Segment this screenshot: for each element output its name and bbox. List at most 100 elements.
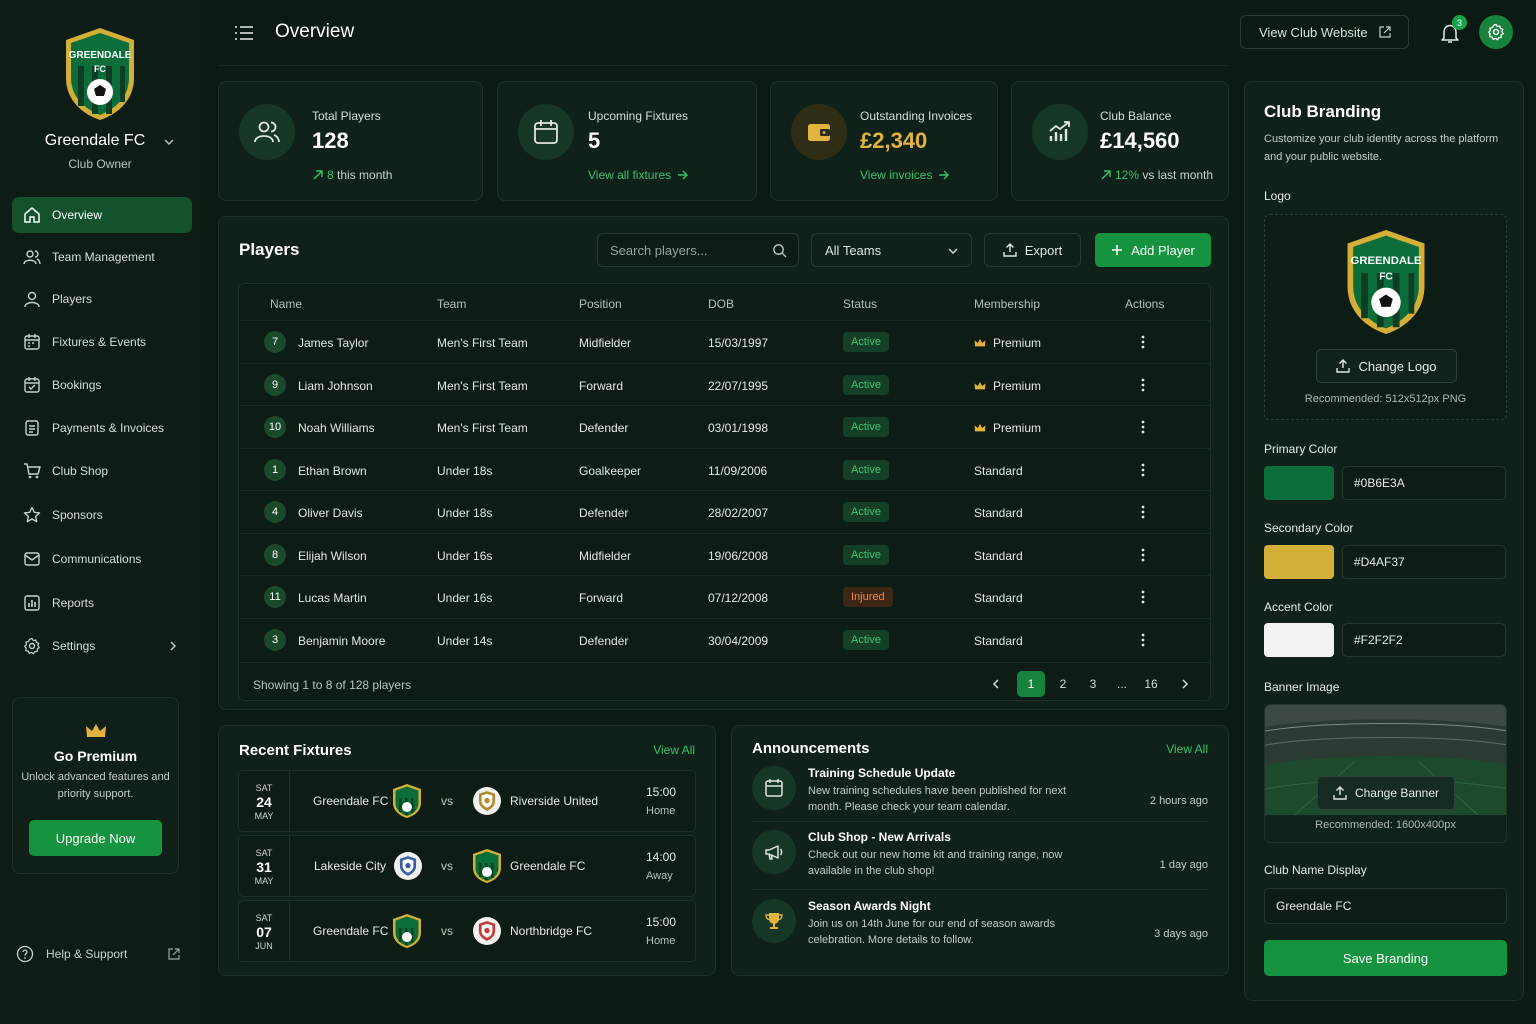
away-team: Northbridge FC [510, 924, 593, 938]
player-name[interactable]: Lucas Martin [298, 591, 367, 605]
sidebar-item-communications[interactable]: Communications [12, 541, 192, 577]
view-invoices-link[interactable]: View invoices [860, 168, 950, 182]
change-logo-button[interactable]: Change Logo [1316, 349, 1457, 383]
player-dob: 28/02/2007 [708, 506, 769, 520]
player-position: Defender [579, 633, 629, 648]
accent-color-swatch[interactable] [1264, 623, 1334, 657]
table-row[interactable]: 11 Lucas Martin Under 16s Forward 07/12/2008… [239, 575, 1210, 617]
table-row[interactable]: 3 Benjamin Moore Under 14s Defender 30/04/20… [239, 617, 1210, 660]
ann-icon-bg [752, 899, 796, 943]
sidebar-item-sponsors[interactable]: Sponsors [12, 497, 192, 533]
crown-icon [86, 724, 106, 737]
help-support-link[interactable]: Help & Support [16, 944, 186, 964]
sidebar-item-label: Communications [52, 552, 142, 566]
more-actions-icon[interactable] [1141, 419, 1145, 435]
chevron-left-icon[interactable] [991, 678, 1001, 690]
sidebar-item-players[interactable]: Players [12, 281, 192, 317]
accent-color-input[interactable]: #F2F2F2 [1342, 623, 1506, 657]
player-name[interactable]: Elijah Wilson [298, 549, 367, 563]
more-actions-icon[interactable] [1141, 504, 1145, 520]
sidebar-item-payments-invoices[interactable]: Payments & Invoices [12, 410, 192, 446]
table-row[interactable]: 7 James Taylor Men's First Team Midfielder 1… [239, 320, 1210, 362]
player-name[interactable]: James Taylor [298, 336, 368, 350]
player-name[interactable]: Benjamin Moore [298, 634, 385, 648]
table-row[interactable]: 9 Liam Johnson Men's First Team Forward 22/0… [239, 362, 1210, 405]
sidebar-item-fixtures-events[interactable]: Fixtures & Events [12, 324, 192, 360]
page-2-button[interactable]: 2 [1049, 671, 1077, 697]
add-player-button[interactable]: Add Player [1095, 233, 1211, 267]
chevron-right-icon[interactable] [1180, 678, 1190, 690]
fixture-row[interactable]: SAT 24 MAY Greendale FC vs Riverside United 15… [238, 770, 696, 832]
fixture-row[interactable]: SAT 07 JUN Greendale FC vs Northbridge FC 15:0… [238, 900, 696, 962]
more-actions-icon[interactable] [1141, 334, 1145, 350]
player-name[interactable]: Noah Williams [298, 421, 375, 435]
announcement-item[interactable]: Season Awards Night Join us on 14th June… [752, 899, 1208, 965]
announcement-item[interactable]: Training Schedule Update New training sc… [752, 766, 1208, 832]
page-16-button[interactable]: 16 [1137, 671, 1165, 697]
sidebar-item-reports[interactable]: Reports [12, 585, 192, 621]
col-team[interactable]: Team [437, 297, 466, 311]
page-3-button[interactable]: 3 [1079, 671, 1107, 697]
menu-icon[interactable] [234, 25, 254, 41]
upload-icon [1333, 786, 1347, 800]
status-badge: Active [843, 502, 889, 522]
logo-upload-area[interactable]: GREENDALE FC Change Logo Recommended: 51… [1264, 214, 1507, 420]
col-membership[interactable]: Membership [974, 297, 1040, 311]
secondary-color-swatch[interactable] [1264, 545, 1334, 579]
opponent-crest-icon [394, 852, 422, 880]
player-name[interactable]: Ethan Brown [298, 464, 367, 478]
sidebar-item-settings[interactable]: Settings [12, 628, 192, 664]
primary-color-input[interactable]: #0B6E3A [1342, 466, 1506, 500]
table-row[interactable]: 10 Noah Williams Men's First Team Defender 0… [239, 405, 1210, 447]
sidebar-item-overview[interactable]: Overview [12, 197, 192, 233]
sidebar-item-bookings[interactable]: Bookings [12, 367, 192, 403]
sidebar-item-team-management[interactable]: Team Management [12, 239, 192, 275]
player-position: Defender [579, 421, 629, 435]
player-name[interactable]: Liam Johnson [298, 379, 373, 393]
announcements-view-all-link[interactable]: View All [1166, 742, 1208, 756]
settings-button[interactable] [1479, 15, 1513, 49]
search-input[interactable]: Search players... [597, 233, 799, 267]
secondary-color-input[interactable]: #D4AF37 [1342, 545, 1506, 579]
col-status[interactable]: Status [843, 297, 877, 311]
svg-text:FC: FC [94, 64, 106, 74]
more-actions-icon[interactable] [1141, 547, 1145, 563]
export-button[interactable]: Export [984, 233, 1081, 267]
col-name[interactable]: Name [270, 297, 302, 311]
sidebar-item-club-shop[interactable]: Club Shop [12, 453, 192, 489]
change-banner-button[interactable]: Change Banner [1317, 776, 1455, 810]
page-ellipsis: ... [1116, 677, 1127, 691]
col-position[interactable]: Position [579, 297, 622, 311]
view-club-website-button[interactable]: View Club Website [1240, 15, 1409, 49]
table-row[interactable]: 8 Elijah Wilson Under 16s Midfielder 19/06/2… [239, 532, 1210, 575]
fixture-month: JUN [255, 941, 273, 951]
chevron-down-icon[interactable] [163, 136, 175, 148]
primary-color-swatch[interactable] [1264, 466, 1334, 500]
more-actions-icon[interactable] [1141, 377, 1145, 393]
save-branding-button[interactable]: Save Branding [1264, 940, 1507, 976]
more-actions-icon[interactable] [1141, 632, 1145, 648]
col-dob[interactable]: DOB [708, 297, 734, 311]
ann-body: New training schedules have been publish… [808, 785, 1067, 813]
upload-icon [1336, 359, 1351, 373]
player-name[interactable]: Oliver Davis [298, 506, 363, 520]
away-team: Riverside United [510, 794, 599, 808]
stat-card-total-players: Total Players 128 8 this month [218, 81, 483, 201]
upgrade-now-button[interactable]: Upgrade Now [29, 820, 162, 856]
table-row[interactable]: 4 Oliver Davis Under 18s Defender 28/02/2007… [239, 490, 1210, 532]
club-name-input[interactable]: Greendale FC [1264, 888, 1507, 924]
table-row[interactable]: 1 Ethan Brown Under 18s Goalkeeper 11/09/200… [239, 447, 1210, 490]
link-label: View all fixtures [588, 168, 672, 182]
announcement-item[interactable]: Club Shop - New Arrivals Check out our n… [752, 830, 1208, 896]
fixture-row[interactable]: SAT 31 MAY Lakeside City vs Greendale FC 14:00… [238, 835, 696, 897]
page-1-button[interactable]: 1 [1017, 671, 1045, 697]
player-position: Defender [579, 506, 629, 520]
view-all-fixtures-link[interactable]: View all fixtures [588, 168, 689, 182]
divider [752, 821, 1208, 822]
more-actions-icon[interactable] [1141, 589, 1145, 605]
more-actions-icon[interactable] [1141, 462, 1145, 478]
fixtures-view-all-link[interactable]: View All [653, 743, 695, 757]
team-filter-select[interactable]: All Teams [811, 233, 972, 267]
calendar-icon [765, 779, 783, 797]
banner-upload-area[interactable]: Change Banner Recommended: 1600x400px [1264, 704, 1507, 843]
